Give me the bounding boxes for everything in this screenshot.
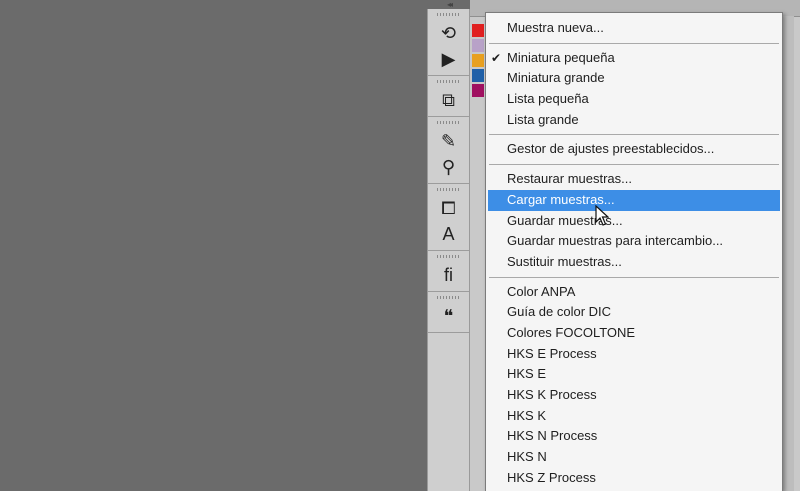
- checkmark-icon: ✔: [491, 50, 502, 65]
- character-styles-icon[interactable]: A: [428, 221, 469, 247]
- menu-item-label: Cargar muestras...: [507, 191, 615, 207]
- menu-item[interactable]: Lista pequeña: [486, 89, 782, 110]
- menu-item-label: HKS K Process: [507, 387, 597, 402]
- menu-item[interactable]: Miniatura grande: [486, 68, 782, 89]
- menu-item[interactable]: Color ANPA: [486, 282, 782, 303]
- drag-grip-icon[interactable]: [437, 13, 460, 16]
- brushes-icon[interactable]: ✎: [428, 128, 469, 154]
- menu-item-label: Colores FOCOLTONE: [507, 324, 636, 340]
- menu-item[interactable]: Restaurar muestras...: [486, 169, 782, 190]
- tool-group: ✎ ⚲: [428, 117, 469, 184]
- color-swatch[interactable]: [472, 54, 484, 67]
- panel-dock-toolstrip: ⟲ ▶ ⧉ ✎ ⚲ ⧠ Afi ❝: [427, 9, 470, 491]
- notes-icon[interactable]: ❝: [428, 303, 469, 329]
- tool-group: ⧠ A: [428, 184, 469, 251]
- menu-item[interactable]: HKS E: [486, 364, 782, 385]
- color-swatch[interactable]: [472, 39, 484, 52]
- tool-group: ⧉: [428, 76, 469, 117]
- brush-presets-icon[interactable]: ⚲: [428, 154, 469, 180]
- clone-source-icon[interactable]: ⧠: [428, 195, 469, 221]
- tool-group: ❝: [428, 292, 469, 333]
- menu-item-label: Lista pequeña: [507, 91, 589, 107]
- drag-grip-icon[interactable]: [437, 188, 460, 191]
- glyphs-icon[interactable]: fi: [428, 262, 469, 288]
- menu-separator: [489, 164, 779, 166]
- menu-item[interactable]: Colores FOCOLTONE: [486, 323, 782, 344]
- actions-play-icon[interactable]: ▶: [428, 46, 469, 72]
- menu-item[interactable]: HKS E Process: [486, 344, 782, 365]
- menu-item-label: HKS E Process: [507, 345, 597, 361]
- menu-item-label: HKS K: [507, 407, 547, 423]
- menu-item-label: HKS N Process: [507, 428, 598, 444]
- menu-item[interactable]: Guardar muestras...: [486, 211, 782, 232]
- swatch-column: [472, 24, 484, 99]
- color-swatch[interactable]: [472, 69, 484, 82]
- menu-item[interactable]: Muestra nueva...: [486, 18, 782, 39]
- menu-item[interactable]: Gestor de ajustes preestablecidos...: [486, 139, 782, 160]
- menu-item[interactable]: HKS N Process: [486, 426, 782, 447]
- drag-grip-icon[interactable]: [437, 255, 460, 258]
- menu-item-label: HKS E: [507, 366, 547, 382]
- drag-grip-icon[interactable]: [437, 121, 460, 124]
- color-swatch[interactable]: [472, 24, 484, 37]
- document-canvas-area: [0, 0, 427, 491]
- menu-item-label: Sustituir muestras...: [507, 253, 622, 269]
- menu-item-label: Miniatura pequeña: [507, 49, 615, 65]
- menu-item-label: Gestor de ajustes preestablecidos...: [507, 141, 715, 157]
- history-icon[interactable]: ⟲: [428, 20, 469, 46]
- color-swatch[interactable]: [472, 84, 484, 97]
- menu-item-label: Color ANPA: [507, 283, 576, 299]
- menu-item[interactable]: Lista grande: [486, 110, 782, 131]
- menu-item[interactable]: HKS K: [486, 406, 782, 427]
- menu-item-label: Guardar muestras...: [507, 212, 623, 228]
- menu-item[interactable]: Sustituir muestras...: [486, 252, 782, 273]
- layer-comps-icon[interactable]: ⧉: [428, 87, 469, 113]
- menu-item-label: HKS Z Process: [507, 469, 596, 485]
- menu-item-label: Miniatura grande: [507, 70, 605, 86]
- collapse-panels-icon[interactable]: ◂◂: [428, 0, 470, 9]
- menu-item[interactable]: HKS K Process: [486, 385, 782, 406]
- drag-grip-icon[interactable]: [437, 296, 460, 299]
- menu-item[interactable]: Guardar muestras para intercambio...: [486, 231, 782, 252]
- menu-item-label: HKS N: [507, 449, 547, 465]
- menu-item[interactable]: HKS Z Process: [486, 468, 782, 489]
- tool-group: fi: [428, 251, 469, 292]
- menu-separator: [489, 276, 779, 278]
- menu-item-label: Guía de color DIC: [507, 304, 612, 320]
- menu-separator: [489, 134, 779, 136]
- menu-item-label: Muestra nueva...: [507, 20, 604, 35]
- menu-item-label: Guardar muestras para intercambio...: [507, 233, 724, 249]
- menu-item-label: Restaurar muestras...: [507, 171, 632, 187]
- menu-item[interactable]: ✔ Miniatura pequeña: [486, 48, 782, 69]
- swatches-panel-menu: Muestra nueva... ✔ Miniatura pequeña Miniat…: [485, 12, 783, 491]
- menu-separator: [489, 42, 779, 44]
- tool-group: ⟲ ▶: [428, 9, 469, 76]
- menu-item[interactable]: Cargar muestras...: [488, 189, 780, 211]
- menu-item-label: Lista grande: [507, 111, 579, 127]
- menu-item[interactable]: Guía de color DIC: [486, 302, 782, 323]
- drag-grip-icon[interactable]: [437, 80, 460, 83]
- menu-item[interactable]: HKS N: [486, 447, 782, 468]
